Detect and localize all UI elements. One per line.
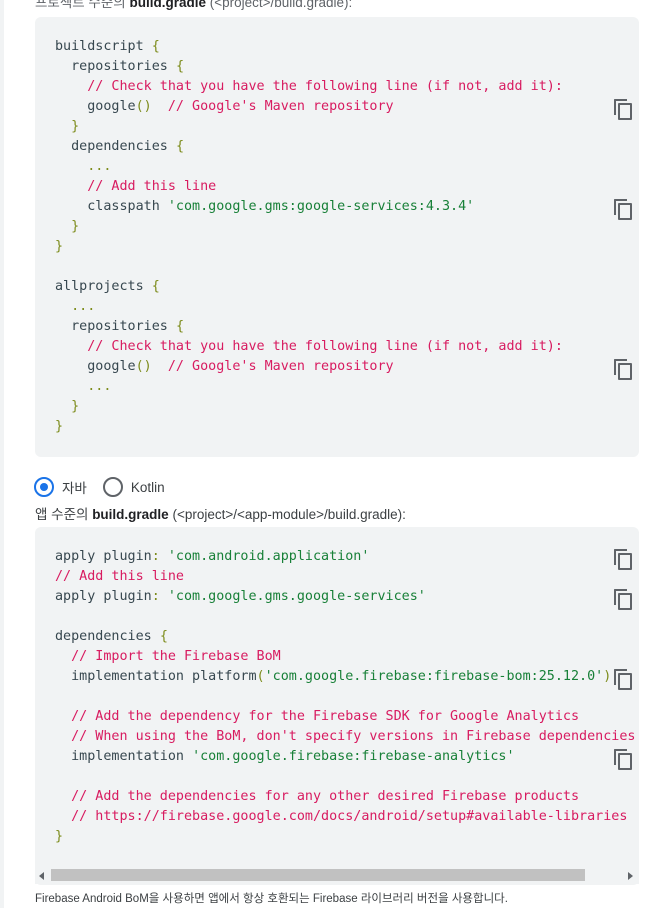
arrow-right-icon[interactable] — [628, 872, 633, 880]
code-token: ... — [55, 159, 112, 174]
left-rule — [0, 0, 4, 908]
caption-suffix: (<project>/<app-module>/build.gradle): — [168, 507, 406, 522]
code-token: } — [55, 419, 64, 434]
kotlin-radio-label[interactable]: Kotlin — [131, 480, 165, 495]
code-token: } — [55, 239, 64, 254]
scrollbar-thumb[interactable] — [51, 869, 585, 881]
code-comment: // Import the Firebase BoM — [55, 649, 281, 664]
caption-prefix: 앱 수준의 — [35, 507, 93, 522]
copy-icon[interactable] — [614, 99, 632, 120]
code-string: 'com.android.application' — [167, 549, 370, 564]
code-comment: // Google's Maven repository — [167, 99, 394, 114]
copy-icon[interactable] — [614, 199, 632, 220]
code-token: buildscript — [55, 39, 152, 54]
kotlin-radio[interactable] — [102, 477, 123, 497]
horizontal-scrollbar[interactable] — [35, 866, 639, 884]
code-token: : — [151, 549, 160, 564]
code-string: 'com.google.firebase:firebase-analytics' — [192, 749, 515, 764]
code-comment: // Check that you have the following lin… — [55, 339, 563, 354]
code-token: ( — [256, 669, 265, 684]
project-gradle-code-block: buildscript { repositories { // Check th… — [35, 17, 639, 457]
code-token: allprojects — [55, 279, 152, 294]
caption-prefix: 프로젝트 수준의 — [35, 0, 130, 10]
caption-file: build.gradle — [92, 507, 169, 522]
copy-icon[interactable] — [614, 589, 632, 610]
bom-footnote: Firebase Android BoM을 사용하면 앱에서 항상 호환되는 F… — [35, 893, 508, 905]
code-token: { — [151, 279, 160, 294]
copy-icon[interactable] — [614, 359, 632, 380]
arrow-left-icon[interactable] — [39, 872, 44, 880]
code-string: 'com.google.firebase:firebase-bom:25.12.… — [264, 669, 604, 684]
code-token: dependencies — [55, 139, 176, 154]
project-build-gradle-caption: 프로젝트 수준의 build.gradle (<project>/build.g… — [35, 0, 352, 11]
copy-icon[interactable] — [614, 669, 632, 690]
code-token: repositories — [55, 319, 176, 334]
code-token: } — [71, 119, 80, 134]
code-token: repositories — [55, 59, 176, 74]
project-gradle-code: buildscript { repositories { // Check th… — [55, 37, 563, 437]
code-token: { — [175, 139, 184, 154]
code-comment: // Google's Maven repository — [167, 359, 394, 374]
code-comment: // Add this line — [55, 569, 184, 584]
code-token: google — [55, 99, 136, 114]
code-string: 'com.google.gms.google-services' — [167, 589, 426, 604]
caption-file: build.gradle — [129, 0, 206, 10]
code-token: implementation platform — [55, 669, 257, 684]
app-gradle-code-block: apply plugin: 'com.android.application' … — [35, 527, 639, 885]
app-gradle-code: apply plugin: 'com.android.application' … — [55, 547, 635, 847]
code-token: : — [151, 589, 160, 604]
code-comment: // When using the BoM, don't specify ver… — [55, 729, 636, 744]
code-comment: // Add the dependencies for any other de… — [55, 789, 580, 804]
code-comment: // Add this line — [55, 179, 217, 194]
code-token: } — [71, 399, 80, 414]
code-token: google — [55, 359, 136, 374]
code-token: classpath — [55, 199, 168, 214]
code-token: { — [175, 59, 184, 74]
code-token: () — [135, 99, 152, 114]
code-token: ... — [55, 299, 96, 314]
code-token: dependencies — [55, 629, 160, 644]
code-comment: // Check that you have the following lin… — [55, 79, 563, 94]
copy-icon[interactable] — [614, 549, 632, 570]
code-token: apply plugin — [55, 589, 152, 604]
code-string: 'com.google.gms:google-services:4.3.4' — [167, 199, 475, 214]
code-token: { — [151, 39, 160, 54]
code-token: } — [55, 829, 64, 844]
app-build-gradle-caption: 앱 수준의 build.gradle (<project>/<app-modul… — [35, 503, 406, 523]
code-token: { — [175, 319, 184, 334]
code-token: { — [159, 629, 168, 644]
caption-suffix: (<project>/build.gradle): — [205, 0, 353, 10]
java-radio-label[interactable]: 자바 — [62, 477, 87, 497]
language-toggle: 자바 Kotlin — [34, 477, 181, 497]
code-comment: // Add the dependency for the Firebase S… — [55, 709, 580, 724]
code-token: apply plugin — [55, 549, 152, 564]
code-token: ) — [603, 669, 612, 684]
copy-icon[interactable] — [614, 749, 632, 770]
code-token: } — [71, 219, 80, 234]
code-comment: // https://firebase.google.com/docs/andr… — [55, 809, 628, 824]
java-radio[interactable] — [34, 477, 54, 497]
code-token: () — [135, 359, 152, 374]
code-token: ... — [55, 379, 112, 394]
code-token: implementation — [55, 749, 193, 764]
